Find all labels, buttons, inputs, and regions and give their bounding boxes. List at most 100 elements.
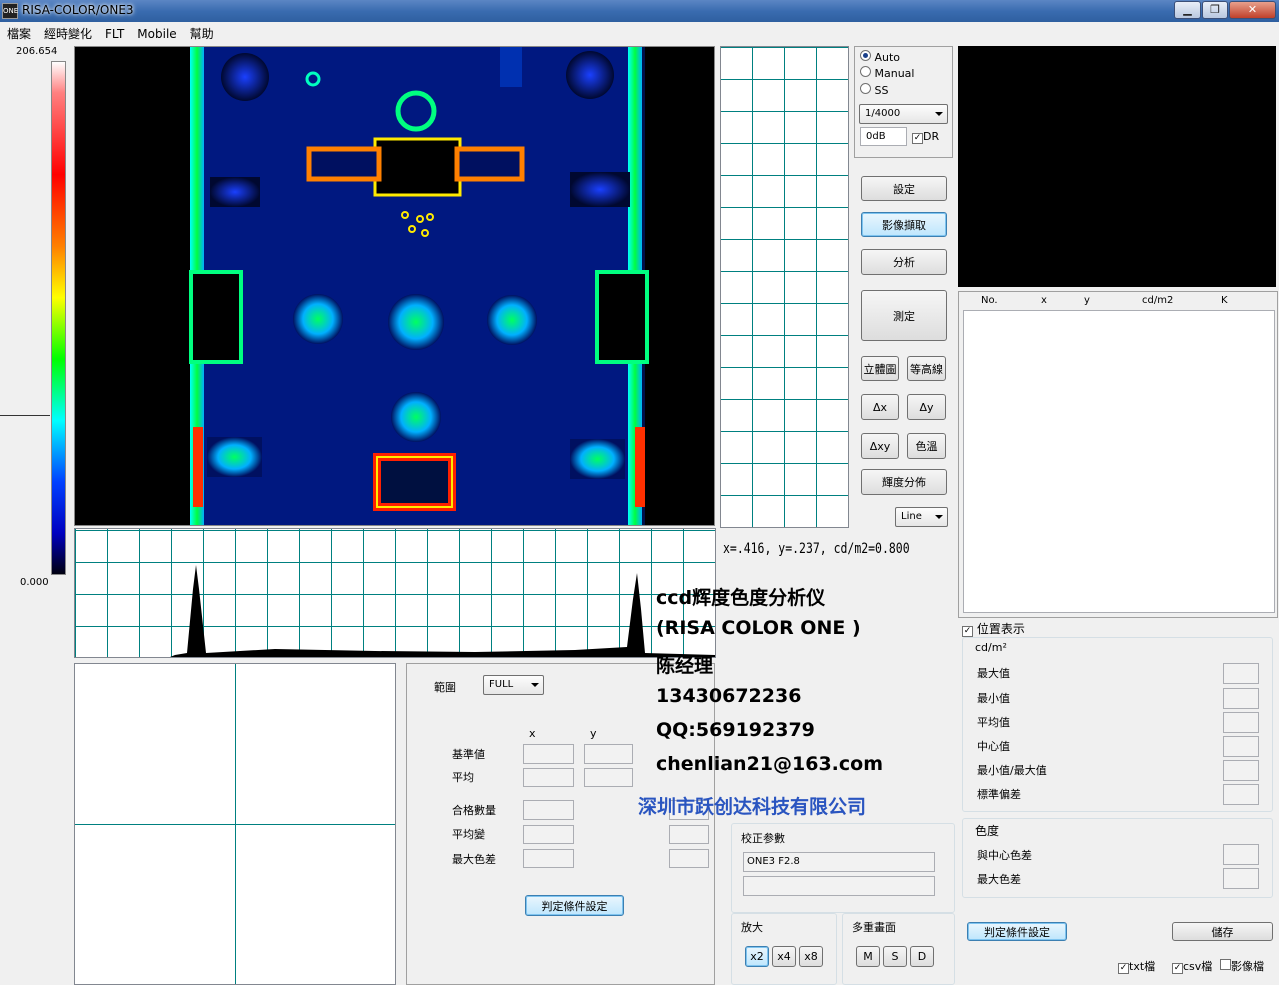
menu-file[interactable]: 檔案	[0, 22, 37, 42]
zoom-group: 放大 x2 x4 x8	[731, 913, 837, 985]
average-change-result	[669, 825, 709, 844]
contour-button[interactable]: 等高線	[907, 356, 946, 381]
menu-help[interactable]: 幫助	[183, 22, 220, 42]
judge-panel: 範圍 FULL x y 基準値 平均 合格數量 平均變 最大色差 判定條件設定	[406, 663, 715, 985]
luminance-stats-group: cd/m² 最大值 最小值 平均值 中心值 最小值/最大值 標準偏差	[962, 637, 1273, 812]
mode-auto-label: Auto	[874, 51, 901, 64]
max-color-diff-field[interactable]	[523, 849, 574, 868]
chromaticity-title: 色度	[975, 824, 1000, 838]
row-reference: 基準値	[452, 748, 485, 761]
save-button[interactable]: 儲存	[1172, 922, 1273, 941]
range-select[interactable]: FULL	[483, 675, 544, 695]
mode-manual-label: Manual	[874, 67, 915, 80]
luminance-image[interactable]	[74, 46, 715, 526]
watermark-phone: 13430672236	[656, 685, 802, 707]
exposure-panel: Auto Manual SS 1/4000 0dB ✓ DR	[854, 46, 953, 158]
calibration-value[interactable]: ONE3 F2.8	[743, 852, 935, 872]
csv-toggle[interactable]: ✓ csv檔	[1172, 958, 1212, 974]
stat-max-value	[1223, 663, 1259, 684]
average-x-field[interactable]	[523, 768, 574, 787]
reference-x-field[interactable]	[523, 744, 574, 764]
stereo-button[interactable]: 立體圖	[861, 356, 899, 381]
calibration-value-2[interactable]	[743, 876, 935, 896]
stat-avg-label: 平均值	[977, 716, 1010, 729]
analyze-button[interactable]: 分析	[861, 249, 947, 275]
reference-y-field[interactable]	[584, 744, 633, 764]
stat-min-label: 最小值	[977, 692, 1010, 705]
position-display-checkbox[interactable]: ✓	[962, 626, 973, 637]
color-temp-button[interactable]: 色溫	[907, 433, 946, 459]
multi-m-button[interactable]: M	[856, 946, 880, 967]
multi-screen-title: 多重畫面	[852, 921, 896, 934]
multi-s-button[interactable]: S	[883, 946, 907, 967]
scale-min: 0.000	[20, 577, 49, 588]
stat-minmax-label: 最小值/最大值	[977, 764, 1047, 777]
line-mode-select[interactable]: Line	[895, 507, 948, 527]
chromaticity-stats-group: 色度 與中心色差 最大色差	[962, 818, 1273, 898]
zoom-x2-button[interactable]: x2	[745, 946, 769, 967]
zoom-x8-button[interactable]: x8	[799, 946, 823, 967]
scale-max: 206.654	[16, 46, 58, 57]
col-no: No.	[981, 295, 998, 306]
scale-level-marker[interactable]	[0, 414, 50, 416]
luminance-distribution-button[interactable]: 輝度分佈	[861, 469, 947, 495]
watermark-company: 深圳市跃创达科技有限公司	[638, 796, 867, 818]
menu-time-change[interactable]: 經時變化	[37, 22, 98, 42]
judge-settings-button[interactable]: 判定條件設定	[525, 895, 624, 916]
col-cdm2: cd/m2	[1142, 295, 1174, 306]
crosshair-horizontal	[75, 824, 395, 825]
mode-auto[interactable]: Auto	[860, 50, 900, 64]
mode-ss[interactable]: SS	[860, 83, 888, 97]
radio-manual[interactable]	[860, 66, 871, 77]
zoom-x4-button[interactable]: x4	[772, 946, 796, 967]
dr-checkbox[interactable]: ✓	[912, 133, 923, 144]
radio-ss[interactable]	[860, 83, 871, 94]
delta-xy-button[interactable]: Δxy	[861, 433, 899, 459]
stat-avg-value	[1223, 712, 1259, 733]
preview-image[interactable]	[958, 46, 1276, 287]
shutter-select[interactable]: 1/4000	[859, 104, 948, 124]
menu-mobile[interactable]: Mobile	[130, 24, 182, 41]
mode-manual[interactable]: Manual	[860, 66, 914, 80]
delta-x-button[interactable]: Δx	[861, 394, 899, 420]
gain-field[interactable]: 0dB	[860, 127, 907, 146]
image-file-checkbox[interactable]	[1220, 959, 1231, 970]
radio-auto[interactable]	[860, 50, 871, 61]
row-pass-count: 合格數量	[452, 804, 496, 817]
maximize-icon[interactable]: ❐	[1202, 1, 1228, 19]
max-color-diff-label: 最大色差	[977, 873, 1021, 886]
image-file-toggle[interactable]: 影像檔	[1220, 958, 1264, 974]
capture-button[interactable]: 影像擷取	[861, 212, 947, 237]
dr-label: DR	[923, 130, 940, 143]
chevron-down-icon	[935, 515, 943, 519]
row-average-change: 平均變	[452, 828, 485, 841]
watermark-model: (RISA COLOR ONE )	[656, 617, 861, 639]
delta-y-button[interactable]: Δy	[907, 394, 946, 420]
close-icon[interactable]: ✕	[1229, 1, 1276, 19]
results-list[interactable]	[963, 310, 1275, 613]
crosshair-view[interactable]	[74, 663, 396, 985]
average-change-field[interactable]	[523, 825, 574, 844]
settings-button[interactable]: 設定	[861, 176, 947, 201]
multi-d-button[interactable]: D	[910, 946, 934, 967]
measure-button[interactable]: 測定	[861, 290, 947, 341]
right-judge-settings-button[interactable]: 判定條件設定	[967, 922, 1067, 941]
menu-flt[interactable]: FLT	[98, 24, 130, 41]
app-icon: ONE	[2, 3, 18, 19]
color-scale-bar	[51, 61, 66, 575]
txt-checkbox[interactable]: ✓	[1118, 963, 1129, 974]
results-panel: No. x y cd/m2 K	[958, 291, 1278, 618]
col-k: K	[1221, 295, 1228, 306]
txt-toggle[interactable]: ✓ txt檔	[1118, 958, 1155, 974]
csv-checkbox[interactable]: ✓	[1172, 963, 1183, 974]
minimize-icon[interactable]: ▁	[1174, 1, 1201, 19]
pass-count-field[interactable]	[523, 800, 574, 820]
max-color-diff-value	[1223, 868, 1259, 889]
position-display-toggle[interactable]: ✓ 位置表示	[962, 620, 1025, 637]
stat-minmax-value	[1223, 760, 1259, 781]
txt-label: txt檔	[1129, 960, 1156, 973]
vertical-profile-chart	[720, 46, 849, 528]
stat-center-value	[1223, 736, 1259, 757]
dr-toggle[interactable]: ✓ DR	[912, 130, 939, 144]
average-y-field[interactable]	[584, 768, 633, 787]
